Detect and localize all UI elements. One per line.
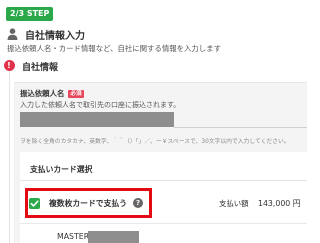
check-icon <box>30 200 39 207</box>
help-icon[interactable]: ? <box>133 198 143 208</box>
alert-icon: ! <box>3 60 15 71</box>
multi-card-checkbox[interactable] <box>29 198 40 209</box>
payer-name-label: 振込依頼人名 必須 <box>20 88 84 99</box>
payer-name-input[interactable] <box>20 112 174 127</box>
payment-amount-label: 支払い額 <box>219 199 249 208</box>
divider <box>20 223 307 224</box>
page-description: 振込依頼人名・カード情報など、自社に関する情報を入力します <box>7 44 221 53</box>
section-timeline-line <box>9 70 10 243</box>
person-icon <box>7 28 18 40</box>
required-tag: 必須 <box>68 89 84 98</box>
mastercard-logo-icon <box>32 238 46 243</box>
page-header: 自社情報入力 <box>7 27 85 42</box>
page-title: 自社情報入力 <box>25 30 85 42</box>
payer-name-input-underline <box>174 127 307 128</box>
section-title: 自社情報 <box>22 63 59 73</box>
card-brand-label: MASTER <box>57 232 90 241</box>
card-selection-title: 支払いカード選択 <box>30 165 93 174</box>
payer-name-help: 入力した依頼人名で取引先の口座に振込されます。 <box>20 101 181 109</box>
payment-amount-value: 143,000 円 <box>258 199 301 208</box>
card-number-redacted <box>88 231 139 243</box>
step-badge: 2/3 STEP <box>6 7 54 21</box>
payer-name-label-text: 振込依頼人名 <box>20 89 65 98</box>
payer-name-note: ヲを除く全角のカタカナ、英数字、｀＾（）「」／、ー￥スペースで、30文字以内で入… <box>20 139 290 145</box>
divider <box>20 180 307 181</box>
multi-card-label[interactable]: 複数枚カードで支払う <box>49 198 127 209</box>
